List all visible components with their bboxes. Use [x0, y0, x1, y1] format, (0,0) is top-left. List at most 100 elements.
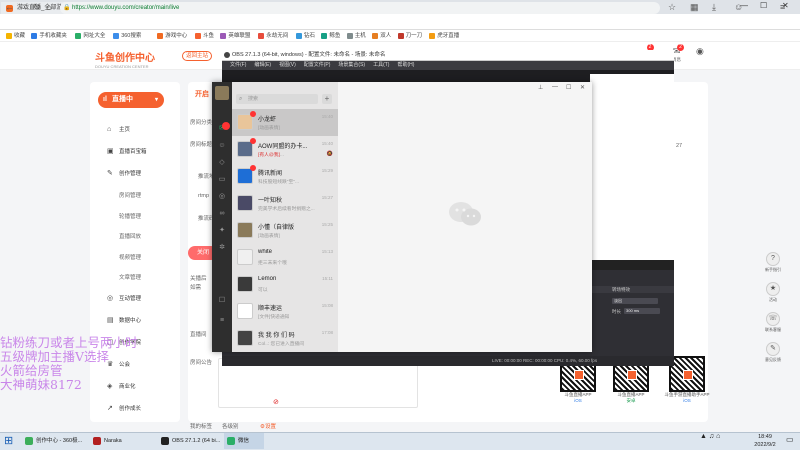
menu-icon[interactable]: ≡ — [780, 2, 785, 12]
search-icon[interactable]: ✲ — [216, 243, 228, 253]
bookmark-item[interactable]: 鲸鱼 — [321, 32, 340, 40]
avatar[interactable] — [215, 86, 229, 100]
bookmark-item[interactable]: 斗鱼 — [195, 32, 214, 40]
obs-menu-item[interactable]: 编辑(E) — [254, 62, 271, 68]
room-announce-label: 房间公告 — [190, 360, 213, 366]
bookmark-item[interactable]: 英雄联盟 — [220, 32, 250, 40]
bookmark-item[interactable]: 永劫无间 — [258, 32, 288, 40]
sidebar-item[interactable]: ▣ 直播百宝箱 — [107, 148, 147, 156]
moments-icon[interactable]: ◎ — [216, 192, 228, 202]
taskbar-item[interactable]: 微信 — [224, 433, 264, 449]
feedback-float[interactable]: ✎ 意见反馈 — [762, 342, 784, 363]
star-icon[interactable]: ☆ — [668, 2, 676, 13]
search-icon: ⌕ — [239, 96, 243, 102]
obs-menu-item[interactable]: 场景集合(S) — [338, 62, 365, 68]
chat-list-item[interactable]: 一叶知秋 完美学术后续看时捐赠之... 15:27 — [232, 190, 338, 217]
obs-menu-item[interactable]: 文件(F) — [230, 62, 246, 68]
sidebar-item[interactable]: ▤ 数据中心 — [107, 317, 141, 325]
bookmark-label: 英雄联盟 — [228, 33, 251, 39]
download-icon[interactable]: ⤓ — [712, 2, 716, 13]
chat-list-item[interactable]: 腾讯新闻 科技股短线跌"至"... 15:29 — [232, 163, 338, 190]
bookmark-item[interactable]: 手机收藏夹 — [31, 32, 67, 40]
bookmark-item[interactable]: 收藏 — [6, 32, 25, 40]
douyu-logo[interactable]: 斗鱼创作中心 DOUYU CREATION CENTER — [95, 49, 175, 69]
bookmark-item[interactable]: 主机 — [346, 32, 366, 40]
close-button[interactable]: ✕ — [580, 84, 585, 91]
extensions-icon[interactable]: ▦ — [690, 2, 699, 13]
sidebar-item[interactable]: 轮播管理 — [119, 213, 141, 221]
sidebar-item[interactable]: 直播回放 — [119, 233, 141, 241]
duration-input[interactable]: 300 ms — [624, 308, 660, 314]
back-to-main-button[interactable]: 返回主站 — [182, 51, 212, 61]
taskbar-label: Naraka — [104, 438, 122, 444]
chat-list-item[interactable]: white 拒三末来个哦 15:13 — [232, 244, 338, 271]
guide-float[interactable]: ? 新手指引 — [762, 252, 784, 273]
bookmark-item[interactable]: 网址大全 — [75, 32, 105, 40]
pin-icon[interactable]: ⊥ — [538, 84, 543, 91]
user-icon[interactable]: ☺ — [734, 2, 743, 12]
bookmark-item[interactable]: 双人 — [372, 32, 391, 40]
maximize-button[interactable]: ☐ — [760, 1, 767, 10]
reload-icon[interactable]: ↻ — [33, 2, 41, 13]
channels-icon[interactable]: ✦ — [216, 226, 228, 236]
transition-select[interactable]: 淡出 — [612, 298, 658, 304]
windows-start-icon[interactable]: ⊞ — [4, 435, 13, 447]
chat-list-item[interactable]: 小懂（自律版 [动画表情] 15:25 — [232, 217, 338, 244]
sidebar-item[interactable]: 房间管理 — [119, 192, 141, 200]
avatar[interactable]: ◉ — [696, 46, 704, 57]
contacts-icon[interactable]: ☺ — [216, 141, 228, 151]
unread-badge — [250, 111, 256, 117]
live-status-button[interactable]: ıl 直播中 ▾ — [98, 92, 164, 108]
bookmark-item[interactable]: 钻石 — [296, 32, 315, 40]
obs-menu-item[interactable]: 工具(T) — [373, 62, 389, 68]
tab-my-tags[interactable]: 我的标签 — [190, 422, 212, 430]
service-float[interactable]: ☏ 联系客服 — [762, 312, 784, 333]
bookmark-label: 虎牙直播 — [437, 33, 460, 39]
activity-float[interactable]: ★ 活动 — [762, 282, 784, 303]
notification-icon[interactable]: ▭ — [786, 433, 794, 447]
settings-icon[interactable]: ≡ — [216, 316, 228, 326]
chat-time: 15:40 — [321, 141, 333, 146]
chat-name: 我 我 你 们 码 — [258, 333, 295, 339]
chat-preview-text: 拒三末来个哦 — [258, 261, 287, 266]
favorites-icon[interactable]: ◇ — [216, 158, 228, 168]
obs-menu-item[interactable]: 帮助(H) — [397, 62, 414, 68]
clock[interactable]: 18:49 2022/9/2 — [748, 433, 782, 449]
folder-icon[interactable]: ▭ — [216, 175, 228, 185]
bookmark-item[interactable]: 刀一刀 — [397, 32, 422, 40]
phone-icon[interactable]: ☐ — [216, 296, 228, 306]
taskbar-item[interactable]: Naraka — [90, 433, 154, 449]
tab-levels[interactable]: 各级别 — [222, 422, 239, 430]
bookmark-item[interactable]: 虎牙直播 — [429, 32, 459, 40]
sidebar-item[interactable]: ↗ 创作成长 — [107, 405, 141, 413]
maximize-button[interactable]: ☐ — [566, 84, 571, 91]
sidebar-item[interactable]: 视频管理 — [119, 254, 141, 262]
chat-time: 17:08 — [321, 330, 333, 335]
sidebar-item[interactable]: 文章管理 — [119, 274, 141, 282]
chat-list-item[interactable]: 我 我 你 们 码 Col..: 您已进入直播间 17:08 — [232, 325, 338, 352]
tray-icons[interactable]: ▲ ♫ ⌂ — [700, 433, 720, 441]
bookmark-item[interactable]: 360搜索 — [113, 32, 141, 40]
home-icon[interactable]: ⌂ — [46, 2, 51, 12]
sidebar-item[interactable]: ◎ 互动管理 — [107, 295, 141, 303]
url-input[interactable]: 🔒 https://www.douyu.com/creator/main/live — [60, 2, 660, 14]
sidebar-item[interactable]: ⌂ 主页 — [107, 126, 130, 134]
taskbar-item[interactable]: 创作中心 - 360极... — [22, 433, 86, 449]
chat-list-item[interactable]: Lemon 可以 15:11 — [232, 271, 338, 298]
chat-list-item[interactable]: AOW同盟的办卡... [有人@我]... 15:40 🔕 — [232, 136, 338, 163]
forward-icon[interactable]: → — [19, 2, 28, 12]
obs-menu-item[interactable]: 配置文件(P) — [304, 62, 331, 68]
mini-program-icon[interactable]: ∞ — [216, 209, 228, 219]
taskbar-item[interactable]: OBS 27.1.2 (64 bi... — [158, 433, 222, 449]
back-icon[interactable]: ← — [5, 2, 14, 12]
search-input[interactable]: ⌕ 搜索 — [236, 94, 318, 104]
chat-preview-text: [动画表情] — [258, 234, 280, 239]
add-chat-button[interactable]: + — [322, 94, 332, 104]
bookmark-item[interactable]: 游戏中心 — [157, 32, 187, 40]
tab-settings[interactable]: ⚙设置 — [260, 422, 276, 430]
obs-menu-item[interactable]: 视图(V) — [279, 62, 296, 68]
sidebar-item[interactable]: ✎ 创作管理 — [107, 170, 141, 178]
chat-list-item[interactable]: 顺丰速运 [文件]快递通知 15:08 — [232, 298, 338, 325]
chat-list-item[interactable]: 小龙虾 [动画表情] 15:40 — [232, 109, 338, 136]
minimize-button[interactable]: — — [552, 84, 558, 90]
